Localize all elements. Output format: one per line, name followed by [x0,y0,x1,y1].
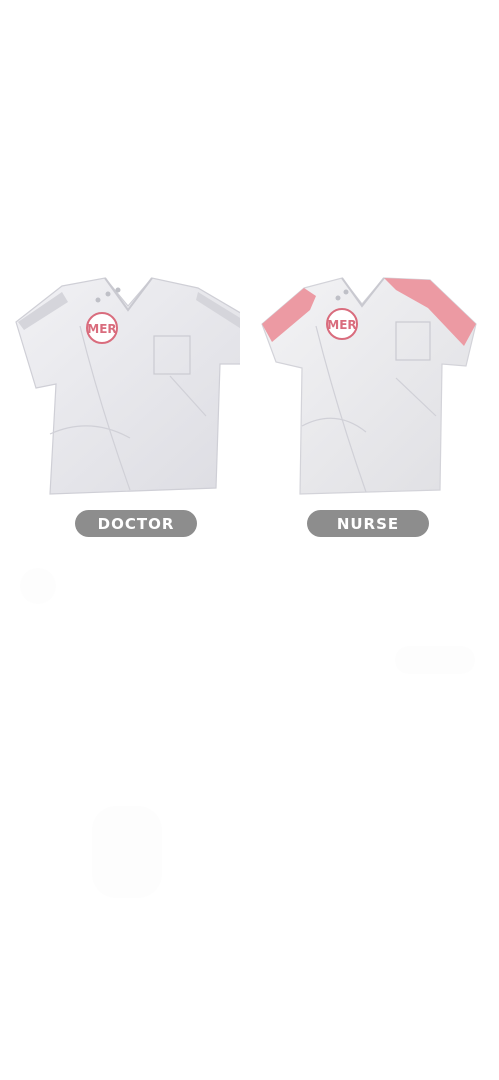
faint-artifact [20,568,56,604]
doctor-label-button[interactable]: DOCTOR [75,510,197,537]
product-card-nurse[interactable]: MER NURSE [256,266,486,556]
faint-artifact [92,806,162,898]
faint-artifact [395,646,475,674]
doctor-badge-text: MER [87,322,116,336]
page: MER DOCTOR MER NURSE [0,0,499,1080]
doctor-scrub-image: MER [10,266,240,502]
nurse-badge-text: MER [327,318,356,332]
nurse-scrub-image: MER [256,266,486,502]
nurse-label-button[interactable]: NURSE [307,510,429,537]
product-card-doctor[interactable]: MER DOCTOR [10,266,240,556]
